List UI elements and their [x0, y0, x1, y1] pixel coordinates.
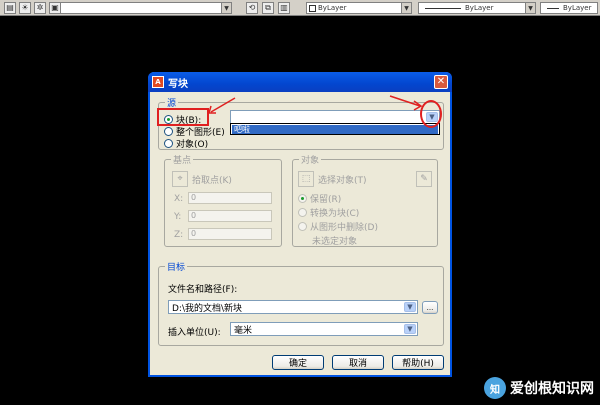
linetype-preview: [425, 7, 461, 9]
browse-button[interactable]: ...: [422, 301, 438, 314]
dropdown-item-selected[interactable]: 吧啦: [232, 125, 438, 134]
chevron-down-icon: ▼: [401, 3, 411, 13]
watermark-logo-icon: 知: [484, 377, 506, 399]
pick-point-button[interactable]: ⌖: [172, 171, 188, 187]
quick-select-icon: ✎: [420, 174, 428, 184]
block-name-combo[interactable]: ▼: [230, 110, 440, 124]
radio-retain[interactable]: 保留(R): [298, 192, 341, 205]
radio-convert-label: 转换为块(C): [310, 209, 360, 219]
arrow-to-dropdown: [389, 95, 423, 111]
dialog-titlebar[interactable]: A 写块 ✕: [148, 72, 452, 92]
watermark-text: 爱创根知识网: [510, 381, 594, 397]
top-toolbar: ▤ ☀ ✲ ▣ ■ 0 ▼ ⟲ ⧉ ▥ ByLayer ▼ ByLayer ▼ …: [0, 0, 600, 16]
radio-indicator: [164, 127, 173, 136]
units-combo[interactable]: 毫米 ▼: [230, 322, 418, 336]
linetype-value: ByLayer: [465, 4, 494, 12]
radio-indicator: [298, 208, 307, 217]
filename-combo[interactable]: D:\我的文档\新块 ▼: [168, 300, 418, 314]
block-dropdown-list[interactable]: 吧啦: [230, 123, 440, 135]
block-radio-highlight: [157, 108, 209, 126]
x-field[interactable]: 0: [188, 192, 272, 204]
quick-select-button[interactable]: ✎: [416, 171, 432, 187]
layer-states-icon[interactable]: ⧉: [262, 2, 274, 14]
linetype-combo[interactable]: ByLayer ▼: [418, 2, 536, 14]
units-value: 毫米: [234, 325, 253, 336]
lineweight-preview: [547, 7, 559, 9]
chevron-down-icon[interactable]: ▼: [404, 302, 416, 312]
layer-manager-icon[interactable]: ▤: [4, 2, 16, 14]
dialog-title: 写块: [168, 78, 188, 90]
select-objects-icon: ⬚: [301, 174, 311, 184]
radio-delete-from-drawing[interactable]: 从图形中删除(D): [298, 220, 378, 233]
layer-combo[interactable]: ▼: [60, 2, 232, 14]
radio-objects[interactable]: 对象(O): [164, 137, 208, 150]
y-label: Y:: [174, 212, 182, 222]
chevron-down-icon: ▼: [525, 3, 535, 13]
cancel-button[interactable]: 取消: [332, 355, 384, 370]
y-field[interactable]: 0: [188, 210, 272, 222]
radio-retain-label: 保留(R): [310, 195, 342, 205]
x-label: X:: [174, 194, 184, 204]
color-value: ByLayer: [318, 4, 347, 12]
destination-legend: 目标: [165, 260, 188, 273]
chevron-down-icon: ▼: [221, 3, 231, 13]
select-objects-label: 选择对象(T): [318, 176, 367, 186]
radio-convert-to-block[interactable]: 转换为块(C): [298, 206, 359, 219]
lightbulb-icon[interactable]: ☀: [19, 2, 31, 14]
color-combo[interactable]: ByLayer ▼: [306, 2, 412, 14]
radio-objects-label: 对象(O): [176, 140, 209, 150]
radio-indicator: [298, 222, 307, 231]
z-field[interactable]: 0: [188, 228, 272, 240]
objects-status: 未选定对象: [312, 237, 358, 247]
arrow-to-block-radio: [208, 97, 236, 114]
pick-point-icon: ⌖: [177, 174, 183, 184]
radio-indicator: [164, 139, 173, 148]
filename-label: 文件名和路径(F):: [168, 285, 238, 295]
layer-previous-icon[interactable]: ⟲: [246, 2, 258, 14]
base-point-legend: 基点: [171, 153, 194, 166]
autocad-app-icon: A: [152, 76, 164, 88]
help-button[interactable]: 帮助(H): [392, 355, 444, 370]
select-objects-button[interactable]: ⬚: [298, 171, 314, 187]
z-label: Z:: [174, 230, 184, 240]
pick-point-label: 拾取点(K): [192, 176, 232, 186]
lineweight-combo[interactable]: ByLayer: [540, 2, 598, 14]
chevron-down-icon[interactable]: ▼: [404, 324, 416, 334]
sun-icon[interactable]: ✲: [34, 2, 46, 14]
radio-delete-label: 从图形中删除(D): [310, 223, 378, 233]
ok-button[interactable]: 确定: [272, 355, 324, 370]
close-button[interactable]: ✕: [434, 75, 448, 89]
objects-legend: 对象: [299, 153, 322, 166]
lineweight-value: ByLayer: [563, 4, 592, 12]
color-swatch-icon: [309, 4, 316, 12]
units-label: 插入单位(U):: [168, 328, 221, 338]
radio-indicator: [298, 194, 307, 203]
filename-value: D:\我的文档\新块: [172, 303, 243, 314]
match-layer-icon[interactable]: ▥: [278, 2, 290, 14]
watermark: 知 爱创根知识网: [484, 377, 594, 399]
